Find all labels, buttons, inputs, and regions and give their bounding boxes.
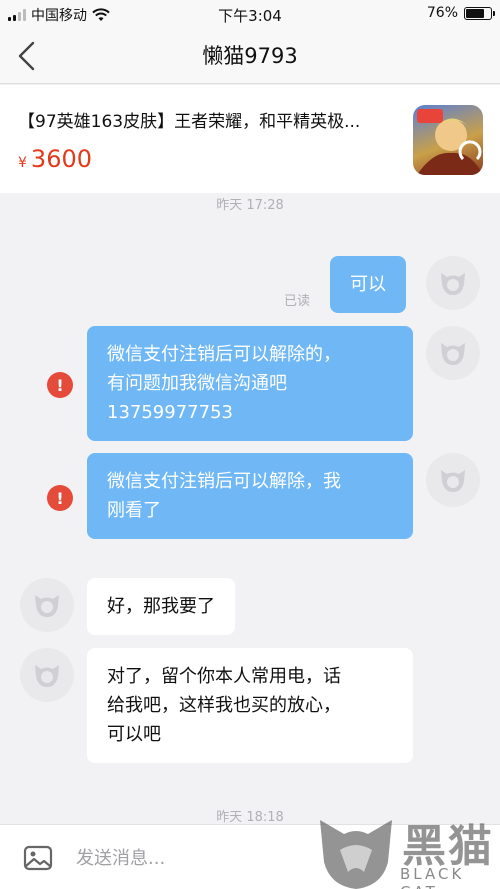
message-line: 微信支付注销后可以解除，我 (107, 471, 341, 492)
message-line: 可以吧 (107, 724, 161, 745)
message-bubble[interactable]: 好，那我要了 (87, 578, 235, 635)
price-row: ¥ 3600 (18, 145, 92, 173)
message-line: 13759977753 (107, 402, 233, 423)
price-symbol: ¥ (18, 155, 27, 171)
price-value: 3600 (30, 145, 92, 173)
message-line: 有问题加我微信沟通吧 (107, 373, 287, 394)
avatar-placeholder-icon (441, 273, 465, 295)
battery-percent: 76% (426, 5, 458, 21)
watermark-subtext: BLACK CAT (400, 865, 465, 889)
message-text: 好，那我要了 (107, 596, 215, 617)
avatar-placeholder-icon (35, 665, 59, 687)
avatar[interactable] (426, 256, 480, 310)
message-line: 给我吧，这样我也买的放心， (107, 695, 341, 716)
message-bubble[interactable]: 对了，留个你本人常用电，话 给我吧，这样我也买的放心， 可以吧 (87, 648, 413, 763)
battery-icon (464, 6, 495, 20)
game-art-icon (417, 109, 483, 175)
message-bubble[interactable]: 微信支付注销后可以解除的， 有问题加我微信沟通吧 13759977753 (87, 326, 413, 441)
battery-level-fill (466, 8, 485, 18)
avatar[interactable] (20, 578, 74, 632)
message-line: 刚看了 (107, 500, 161, 521)
status-bar: 中国移动 下午3:04 76% (0, 0, 500, 28)
message-line: 对了，留个你本人常用电，话 (107, 666, 341, 687)
message-bubble[interactable]: 微信支付注销后可以解除，我 刚看了 (87, 453, 413, 539)
status-time: 下午3:04 (218, 7, 282, 25)
error-icon[interactable]: ! (47, 485, 73, 511)
product-title: 【97英雄163皮肤】王者荣耀，和平精英极... (18, 112, 361, 132)
product-card[interactable]: 【97英雄163皮肤】王者荣耀，和平精英极... ¥ 3600 (0, 85, 500, 193)
avatar-placeholder-icon (441, 343, 465, 365)
avatar[interactable] (426, 453, 480, 507)
message-bubble[interactable]: 可以 (330, 256, 406, 313)
image-icon[interactable] (22, 842, 54, 874)
error-icon[interactable]: ! (47, 372, 73, 398)
nav-bar: 懒猫9793 (0, 28, 500, 84)
avatar[interactable] (426, 326, 480, 380)
product-thumbnail[interactable] (413, 105, 483, 175)
page-title: 懒猫9793 (202, 44, 298, 68)
message-line: 微信支付注销后可以解除的， (107, 344, 341, 365)
avatar[interactable] (20, 648, 74, 702)
read-status: 已读 (284, 294, 311, 309)
message-text: 可以 (350, 274, 386, 295)
avatar-placeholder-icon (35, 595, 59, 617)
timestamp: 昨天 17:28 (216, 198, 284, 213)
message-input[interactable] (76, 844, 296, 872)
status-right: 76% (426, 5, 495, 21)
avatar-placeholder-icon (441, 470, 465, 492)
